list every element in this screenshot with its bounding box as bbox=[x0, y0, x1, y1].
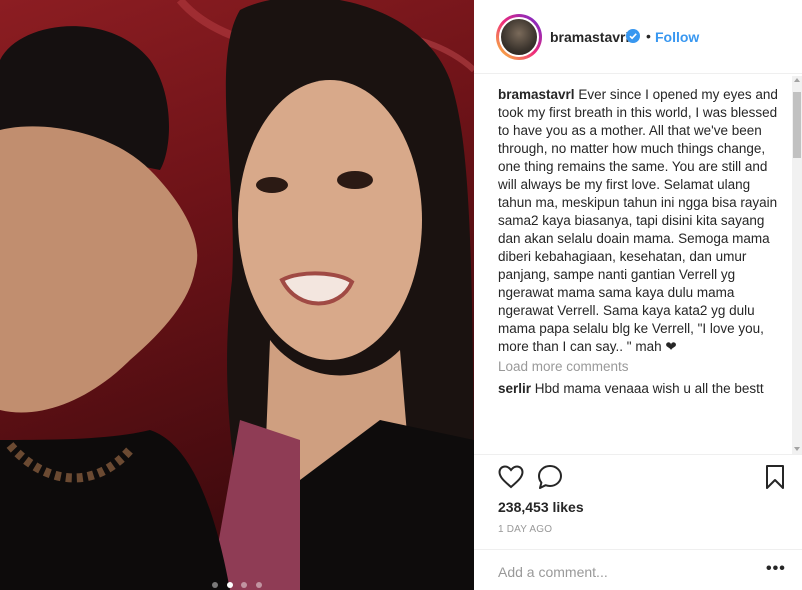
comment-item: serlir Hbd mama venaaa wish u all the be… bbox=[498, 380, 780, 398]
scroll-thumb[interactable] bbox=[793, 92, 801, 158]
post-photo[interactable] bbox=[0, 0, 474, 590]
carousel-dot-active[interactable] bbox=[226, 582, 233, 588]
more-options-icon[interactable]: ••• bbox=[766, 560, 786, 578]
carousel-dot[interactable] bbox=[241, 582, 248, 588]
post-timestamp[interactable]: 1 DAY AGO bbox=[498, 524, 552, 535]
speech-bubble-icon[interactable] bbox=[537, 464, 563, 490]
header-username[interactable]: bramastavrl bbox=[550, 29, 629, 45]
scroll-down-arrow-icon[interactable] bbox=[794, 447, 800, 451]
comment-text: Hbd mama venaaa wish u all the bestt bbox=[534, 381, 764, 396]
avatar-image bbox=[499, 17, 539, 57]
comments-list[interactable]: bramastavrl Ever since I opened my eyes … bbox=[498, 86, 788, 456]
carousel-dot[interactable] bbox=[212, 582, 219, 588]
header-separator: • bbox=[646, 28, 651, 44]
photo-illustration bbox=[0, 0, 474, 590]
caption-username[interactable]: bramastavrl bbox=[498, 87, 575, 102]
avatar[interactable] bbox=[496, 14, 542, 60]
follow-button[interactable]: Follow bbox=[655, 29, 699, 45]
likes-count[interactable]: 238,453 likes bbox=[498, 499, 584, 515]
comments-scrollbar[interactable] bbox=[792, 76, 802, 454]
load-more-comments-button[interactable]: Load more comments bbox=[498, 359, 788, 374]
bookmark-icon[interactable] bbox=[765, 464, 785, 490]
comment-username[interactable]: serlir bbox=[498, 381, 531, 396]
add-comment-input[interactable] bbox=[498, 562, 748, 582]
carousel-dot[interactable] bbox=[255, 582, 262, 588]
action-bar bbox=[474, 454, 802, 455]
post-caption: bramastavrl Ever since I opened my eyes … bbox=[498, 86, 780, 356]
heart-outline-icon[interactable] bbox=[498, 465, 524, 489]
caption-text: Ever since I opened my eyes and took my … bbox=[498, 87, 778, 354]
post-header: bramastavrl • Follow bbox=[474, 0, 802, 74]
scroll-up-arrow-icon[interactable] bbox=[794, 78, 800, 82]
carousel-indicator bbox=[0, 575, 474, 590]
post-sidebar: bramastavrl • Follow bramastavrl Ever si… bbox=[474, 0, 802, 590]
add-comment-section: ••• bbox=[474, 549, 802, 590]
verified-badge-icon bbox=[626, 29, 640, 43]
